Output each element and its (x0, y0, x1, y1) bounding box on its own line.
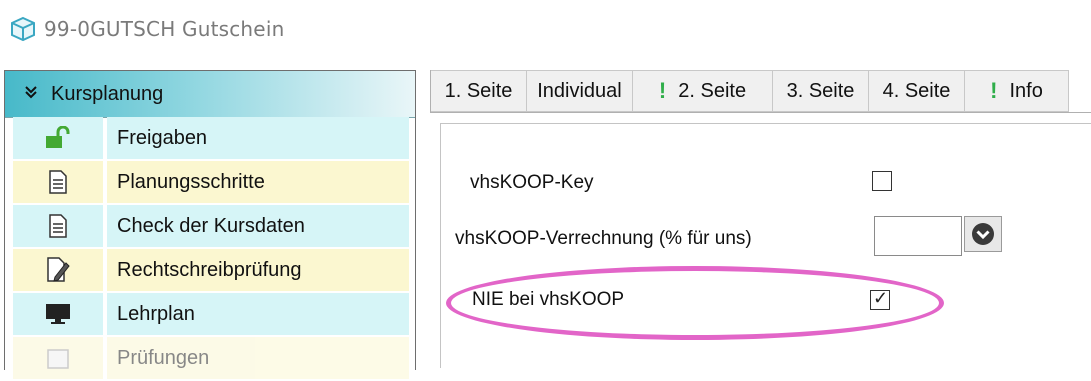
sidebar-panel: Kursplanung Freigaben Planungsschritte C… (4, 70, 416, 379)
calendar-icon (13, 337, 103, 379)
nie-koop-label: NIE bei vhsKOOP (472, 289, 625, 310)
checkmark-icon: ✓ (873, 288, 889, 308)
sidebar-item-label: Rechtschreibprüfung (107, 249, 409, 291)
tab-2-seite[interactable]: ! 2. Seite (633, 70, 773, 112)
tab-individual[interactable]: Individual (527, 70, 633, 112)
koop-key-label: vhsKOOP-Key (470, 172, 594, 193)
monitor-icon (13, 293, 103, 335)
nie-koop-checkbox[interactable]: ✓ (870, 288, 890, 310)
form-panel: 1. Seite Individual ! 2. Seite 3. Seite … (430, 70, 1091, 368)
koop-key-checkbox[interactable] (872, 171, 892, 191)
koop-verrechnung-dropdown[interactable] (964, 216, 1002, 252)
koop-verrechnung-label: vhsKOOP-Verrechnung (% für uns) (455, 228, 752, 249)
warning-exclamation-icon: ! (658, 78, 667, 103)
tab-label: Individual (537, 79, 622, 102)
sidebar-item-label: Planungsschritte (107, 161, 409, 203)
tab-label: 2. Seite (678, 79, 747, 102)
tab-3-seite[interactable]: 3. Seite (773, 70, 869, 112)
tab-label: 1. Seite (444, 79, 513, 102)
document-icon (13, 205, 103, 247)
sidebar-item-planungsschritte[interactable]: Planungsschritte (5, 161, 415, 205)
warning-exclamation-icon: ! (990, 78, 998, 103)
sidebar-item-label: Lehrplan (107, 293, 409, 335)
sidebar-header[interactable]: Kursplanung (5, 71, 415, 118)
unlock-icon (13, 117, 103, 159)
tab-label: 4. Seite (882, 79, 951, 102)
window-title: 99-0GUTSCH Gutschein (44, 17, 285, 41)
tab-1-seite[interactable]: 1. Seite (431, 70, 527, 112)
double-chevron-down-icon[interactable] (11, 83, 51, 106)
chevron-down-circle-icon (972, 223, 994, 245)
sidebar-item-label: Freigaben (107, 117, 409, 159)
tab-4-seite[interactable]: 4. Seite (869, 70, 965, 112)
window-titlebar: 99-0GUTSCH Gutschein (8, 14, 284, 44)
document-icon (13, 161, 103, 203)
sidebar-item-pruefungen[interactable]: Prüfungen (5, 337, 415, 381)
tab-info[interactable]: ! Info (965, 70, 1069, 112)
tab-bar: 1. Seite Individual ! 2. Seite 3. Seite … (430, 70, 1069, 112)
sidebar-header-label: Kursplanung (51, 82, 164, 105)
tab-label: 3. Seite (786, 79, 855, 102)
sidebar-item-check-kursdaten[interactable]: Check der Kursdaten (5, 205, 415, 249)
edit-document-icon (13, 249, 103, 291)
sidebar-item-freigaben[interactable]: Freigaben (5, 117, 415, 161)
cube-icon (11, 16, 35, 42)
sidebar-item-label: Check der Kursdaten (107, 205, 409, 247)
koop-verrechnung-input[interactable] (874, 216, 962, 256)
sidebar-item-rechtschreibpruefung[interactable]: Rechtschreibprüfung (5, 249, 415, 293)
sidebar-item-label: Prüfungen (107, 337, 409, 379)
sidebar-item-lehrplan[interactable]: Lehrplan (5, 293, 415, 337)
tab-label: Info (1009, 79, 1043, 102)
